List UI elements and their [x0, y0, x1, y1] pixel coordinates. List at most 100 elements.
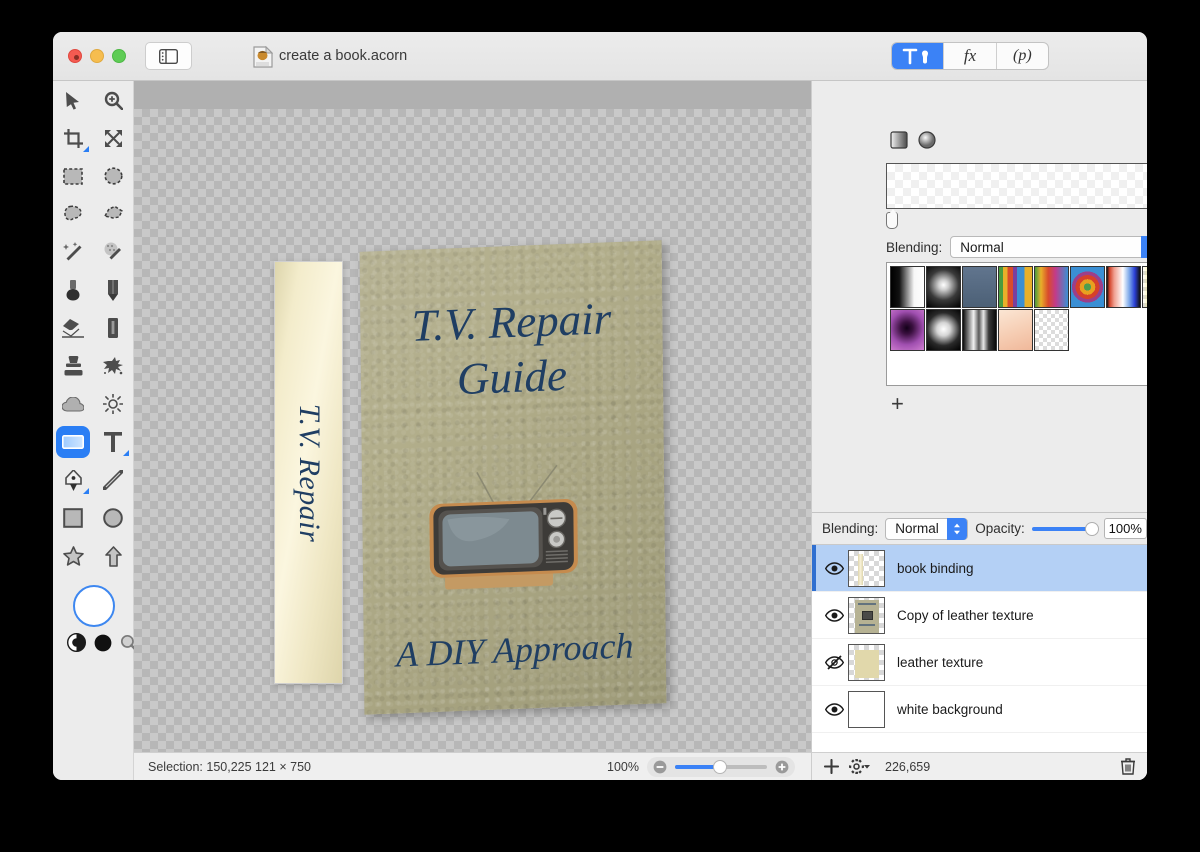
gradient-blending-value: Normal [960, 239, 1004, 255]
layer-row[interactable]: white background [812, 686, 1147, 733]
acorn-document-icon [253, 46, 273, 68]
layers-footer: 226,659 [812, 752, 1147, 780]
swap-colors-icon[interactable] [67, 633, 86, 652]
gradient-preset-peach-soft[interactable] [998, 309, 1033, 351]
opacity-slider[interactable] [1031, 521, 1099, 536]
polygon-lasso-tool[interactable] [93, 195, 133, 233]
zoom-slider-thumb[interactable] [713, 760, 727, 774]
text-tool[interactable] [93, 423, 133, 461]
document-title: create a book.acorn [279, 48, 408, 64]
plus-circle-icon[interactable] [775, 760, 789, 774]
marker-tool[interactable] [93, 309, 133, 347]
gradient-preset-black-white-linear[interactable] [890, 266, 925, 308]
star-tool[interactable] [53, 537, 93, 575]
inspector-segmented-control[interactable]: fx (p) [891, 42, 1049, 70]
close-button[interactable] [68, 49, 82, 63]
layer-visible-icon[interactable] [820, 702, 848, 716]
zoom-slider[interactable] [647, 757, 795, 777]
line-tool[interactable] [93, 461, 133, 499]
add-layer-icon[interactable] [824, 759, 839, 774]
blur-tool[interactable] [53, 385, 93, 423]
gradient-preset-red-white-blue[interactable] [1106, 266, 1141, 308]
magic-wand-tool[interactable] [53, 233, 93, 271]
foreground-color-well[interactable] [73, 585, 115, 627]
linear-gradient-icon[interactable] [890, 131, 908, 149]
chevron-updown-icon [1141, 236, 1147, 258]
eraser-tool[interactable] [53, 309, 93, 347]
layer-row[interactable]: Copy of leather texture [812, 592, 1147, 639]
bucket-icon [66, 279, 80, 300]
gradient-tool[interactable] [53, 423, 93, 461]
rectangle-tool[interactable] [53, 499, 93, 537]
transform-tool[interactable] [93, 119, 133, 157]
layer-visible-icon[interactable] [820, 608, 848, 622]
opacity-label: Opacity: [975, 521, 1025, 536]
gradient-preset-yellow-transparent[interactable] [1142, 266, 1147, 308]
color-controls [67, 633, 138, 652]
tool-row [53, 119, 133, 157]
ellipse-tool[interactable] [93, 499, 133, 537]
gradient-preset-white-radial[interactable] [926, 266, 961, 308]
smudge-tool[interactable] [93, 347, 133, 385]
inspector-panel: Blending: Normal + Blending: Normal Opac… [811, 81, 1147, 780]
stamp-icon [64, 356, 82, 376]
arrow-tool[interactable] [93, 537, 133, 575]
layer-row[interactable]: book binding [812, 545, 1147, 592]
gradient-preset-purple-radial[interactable] [890, 309, 925, 351]
cover-title-line2: Guide [456, 349, 568, 405]
sidebar-toggle-button[interactable] [145, 42, 192, 70]
tab-fx[interactable]: fx [944, 43, 997, 69]
layer-visible-icon[interactable] [820, 561, 848, 575]
layer-name: leather texture [897, 654, 984, 670]
pen-tool[interactable] [53, 461, 93, 499]
title-bar: create a book.acorn fx (p) [53, 32, 1147, 81]
pencil-tool[interactable] [93, 271, 133, 309]
clone-stamp-tool[interactable] [53, 347, 93, 385]
minimize-button[interactable] [90, 49, 104, 63]
gradient-presets-library[interactable] [886, 262, 1147, 386]
move-tool[interactable] [53, 81, 93, 119]
radial-gradient-icon[interactable] [918, 131, 936, 149]
dodge-tool[interactable] [93, 385, 133, 423]
default-colors-icon[interactable] [94, 634, 112, 652]
instant-alpha-tool[interactable] [93, 233, 133, 271]
gradient-preset-rainbow-smooth[interactable] [1034, 266, 1069, 308]
ellipse-select-tool[interactable] [93, 157, 133, 195]
opacity-value-field[interactable]: 100% [1103, 518, 1147, 539]
tool-row [53, 233, 133, 271]
paint-bucket-tool[interactable] [53, 271, 93, 309]
sun-icon [103, 394, 123, 414]
gradient-preview-bar[interactable] [886, 163, 1147, 209]
layer-blending-select[interactable]: Normal [885, 517, 969, 540]
gradient-blending-select[interactable]: Normal [950, 236, 1147, 258]
gradient-stop-left[interactable] [886, 209, 898, 229]
tab-presets[interactable]: (p) [997, 43, 1048, 69]
rect-select-tool[interactable] [53, 157, 93, 195]
book-cover: T.V. Repair Guide A DIY Approach [359, 240, 667, 715]
sidebar-toggle-icon [159, 48, 178, 64]
tool-options-badge [83, 146, 89, 152]
crop-tool[interactable] [53, 119, 93, 157]
tool-options-badge [123, 450, 129, 456]
trash-icon[interactable] [1121, 758, 1135, 775]
image-canvas[interactable]: T.V. Repair T.V. Repair Guide A DIY Appr… [134, 109, 811, 752]
gear-icon[interactable] [849, 759, 871, 774]
zoom-tool[interactable] [93, 81, 133, 119]
gradient-preset-blue-gray-linear[interactable] [962, 266, 997, 308]
add-gradient-button[interactable]: + [891, 393, 904, 415]
gradient-preset-bullseye-radial[interactable] [1070, 266, 1105, 308]
layer-name: white background [897, 701, 1003, 717]
gradient-preset-rainbow-stripes[interactable] [998, 266, 1033, 308]
tab-tools[interactable] [892, 43, 945, 69]
lasso-tool[interactable] [53, 195, 93, 233]
opacity-slider-thumb[interactable] [1084, 521, 1099, 536]
layer-row[interactable]: leather texture [812, 639, 1147, 686]
layer-hidden-icon[interactable] [820, 654, 848, 670]
zoom-button[interactable] [112, 49, 126, 63]
gradient-preset-transparent-empty[interactable] [1034, 309, 1069, 351]
marker-icon [108, 317, 118, 338]
gradient-preset-white-soft-radial[interactable] [926, 309, 961, 351]
minus-circle-icon[interactable] [653, 760, 667, 774]
gradient-shape-buttons [890, 131, 936, 149]
gradient-preset-metallic-stripes[interactable] [962, 309, 997, 351]
